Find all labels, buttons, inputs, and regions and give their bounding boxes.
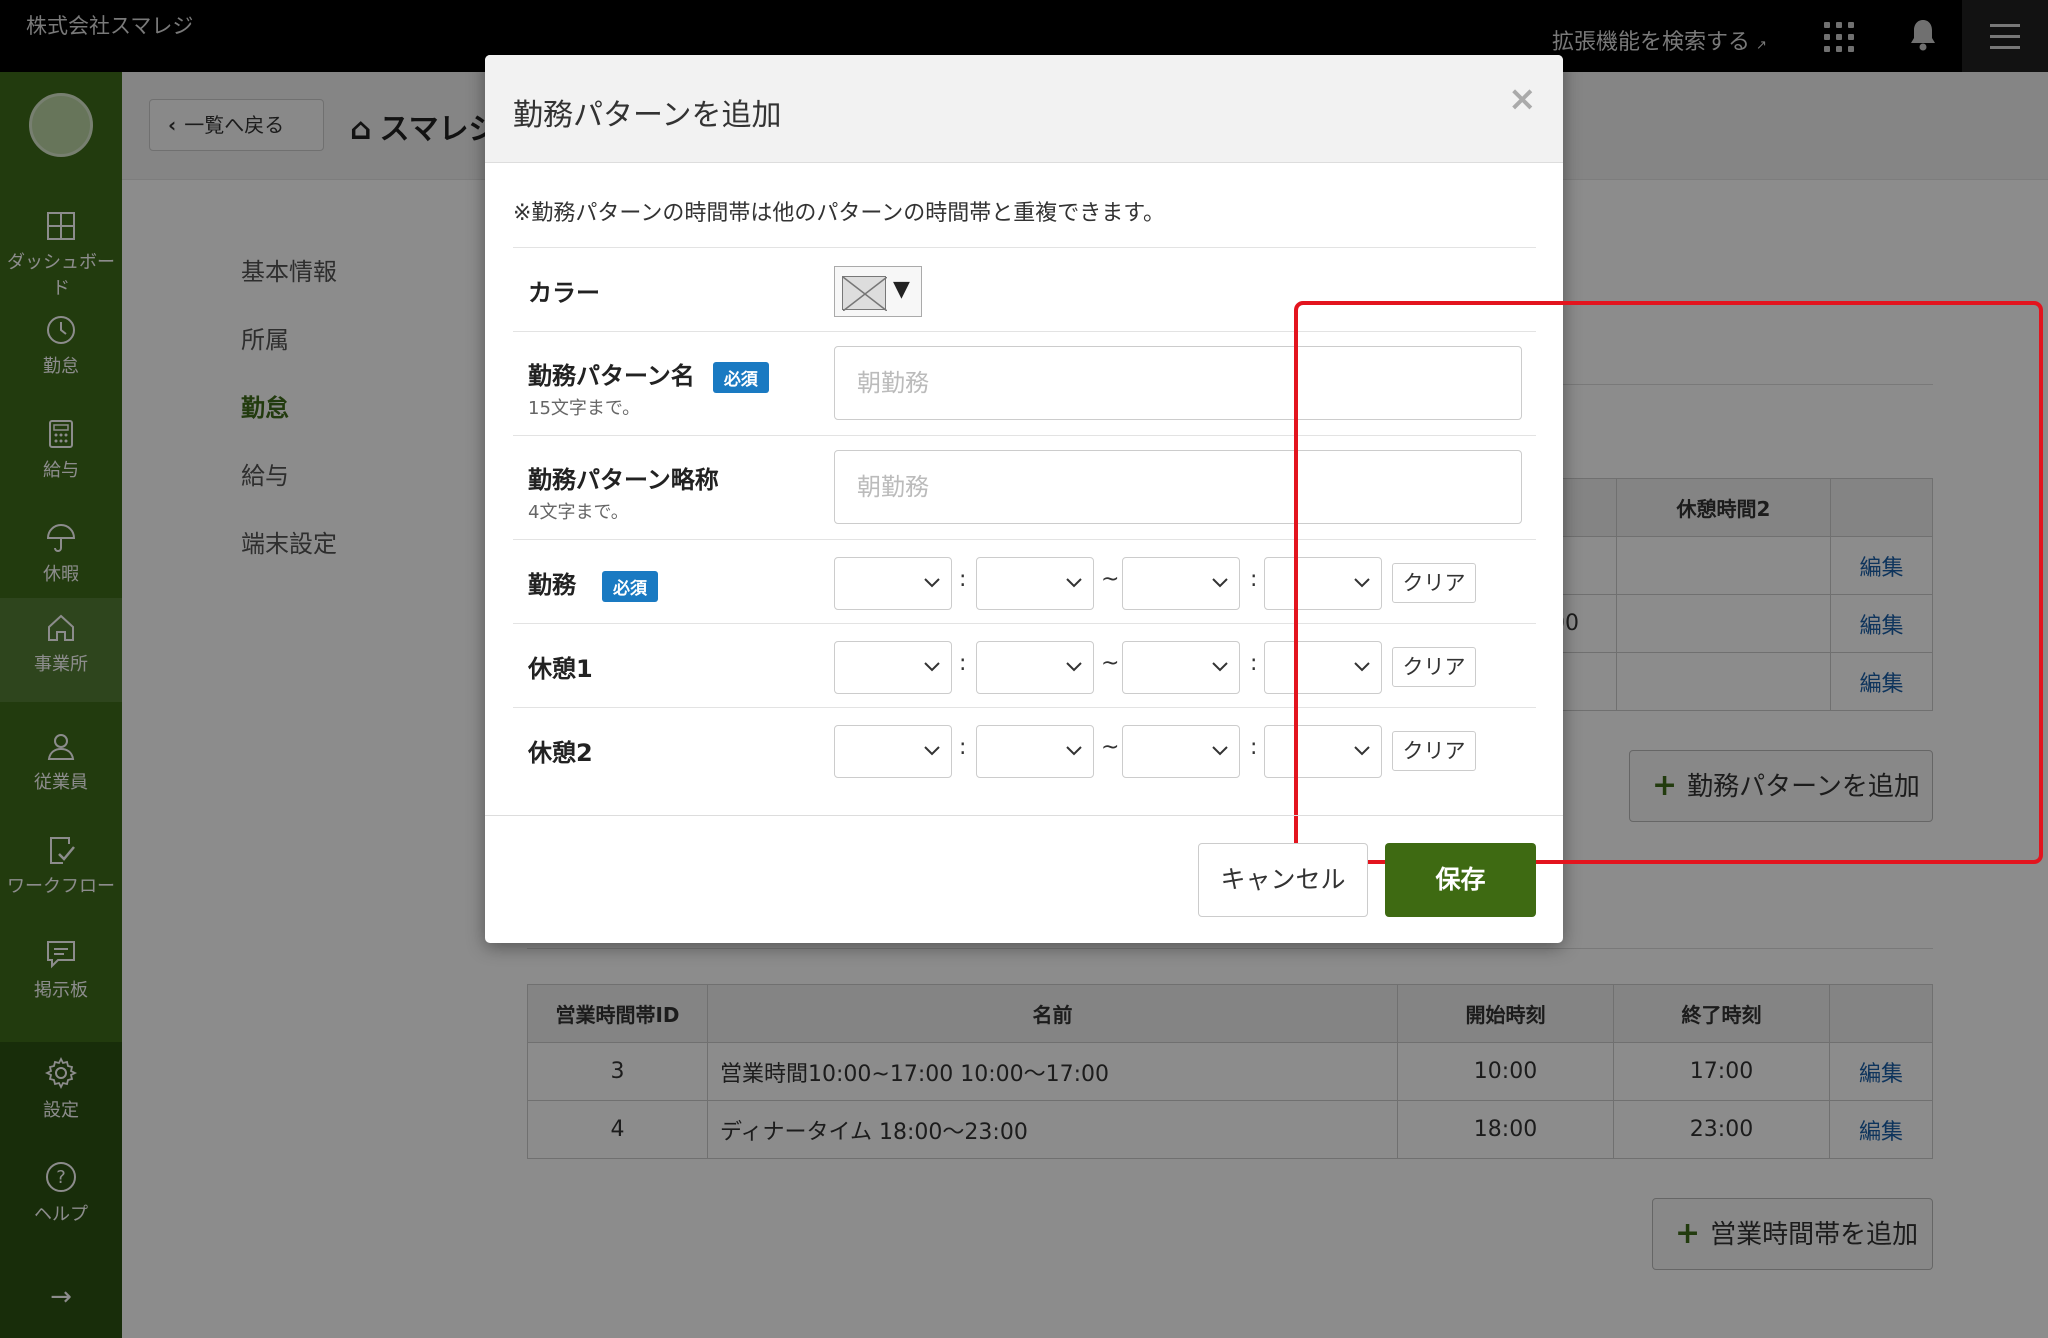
tilde-separator: ~	[1101, 567, 1120, 592]
work-start-minute-select[interactable]	[976, 557, 1094, 610]
name-hint: 15文字まで。	[528, 398, 641, 419]
chevron-down-icon	[1211, 742, 1229, 761]
name-label: 勤務パターン名 必須	[528, 356, 769, 393]
chevron-down-icon	[923, 574, 941, 593]
colon-separator: :	[959, 735, 967, 760]
required-badge: 必須	[602, 570, 658, 602]
dropdown-arrow-icon: ▼	[893, 277, 910, 302]
color-swatch	[842, 276, 888, 312]
break2-label: 休憩2	[528, 739, 593, 767]
break1-end-hour-select[interactable]	[1122, 641, 1240, 694]
color-label: カラー	[528, 279, 600, 307]
modal-footer-divider	[485, 815, 1563, 816]
required-badge: 必須	[712, 361, 769, 393]
break2-end-hour-select[interactable]	[1122, 725, 1240, 778]
break1-label: 休憩1	[528, 655, 593, 683]
break1-start-minute-select[interactable]	[976, 641, 1094, 694]
cancel-button[interactable]: キャンセル	[1198, 843, 1368, 917]
modal-note: ※勤務パターンの時間帯は他のパターンの時間帯と重複できます。	[513, 201, 1166, 226]
close-icon[interactable]: ×	[1508, 79, 1537, 119]
colon-separator: :	[1250, 735, 1258, 760]
chevron-down-icon	[1211, 574, 1229, 593]
highlight-box	[1294, 301, 2043, 864]
work-label-text: 勤務	[528, 571, 576, 599]
chevron-down-icon	[1065, 742, 1083, 761]
colon-separator: :	[1250, 567, 1258, 592]
add-work-pattern-modal: 勤務パターンを追加 × ※勤務パターンの時間帯は他のパターンの時間帯と重複できま…	[485, 55, 2043, 943]
chevron-down-icon	[923, 658, 941, 677]
colon-separator: :	[959, 567, 967, 592]
chevron-down-icon	[923, 742, 941, 761]
work-end-hour-select[interactable]	[1122, 557, 1240, 610]
chevron-down-icon	[1211, 658, 1229, 677]
break1-start-hour-select[interactable]	[834, 641, 952, 694]
color-picker[interactable]: ▼	[834, 266, 922, 317]
break2-start-hour-select[interactable]	[834, 725, 952, 778]
tilde-separator: ~	[1101, 735, 1120, 760]
break2-start-minute-select[interactable]	[976, 725, 1094, 778]
abbreviation-label: 勤務パターン略称	[528, 466, 719, 494]
name-label-text: 勤務パターン名	[528, 362, 695, 390]
chevron-down-icon	[1065, 574, 1083, 593]
modal-title: 勤務パターンを追加	[513, 98, 782, 133]
work-label: 勤務 必須	[528, 565, 658, 602]
work-start-hour-select[interactable]	[834, 557, 952, 610]
chevron-down-icon	[1065, 658, 1083, 677]
colon-separator: :	[1250, 651, 1258, 676]
save-button[interactable]: 保存	[1385, 843, 1536, 917]
tilde-separator: ~	[1101, 651, 1120, 676]
colon-separator: :	[959, 651, 967, 676]
modal-header: 勤務パターンを追加 ×	[485, 55, 1563, 163]
abbreviation-hint: 4文字まで。	[528, 502, 629, 523]
